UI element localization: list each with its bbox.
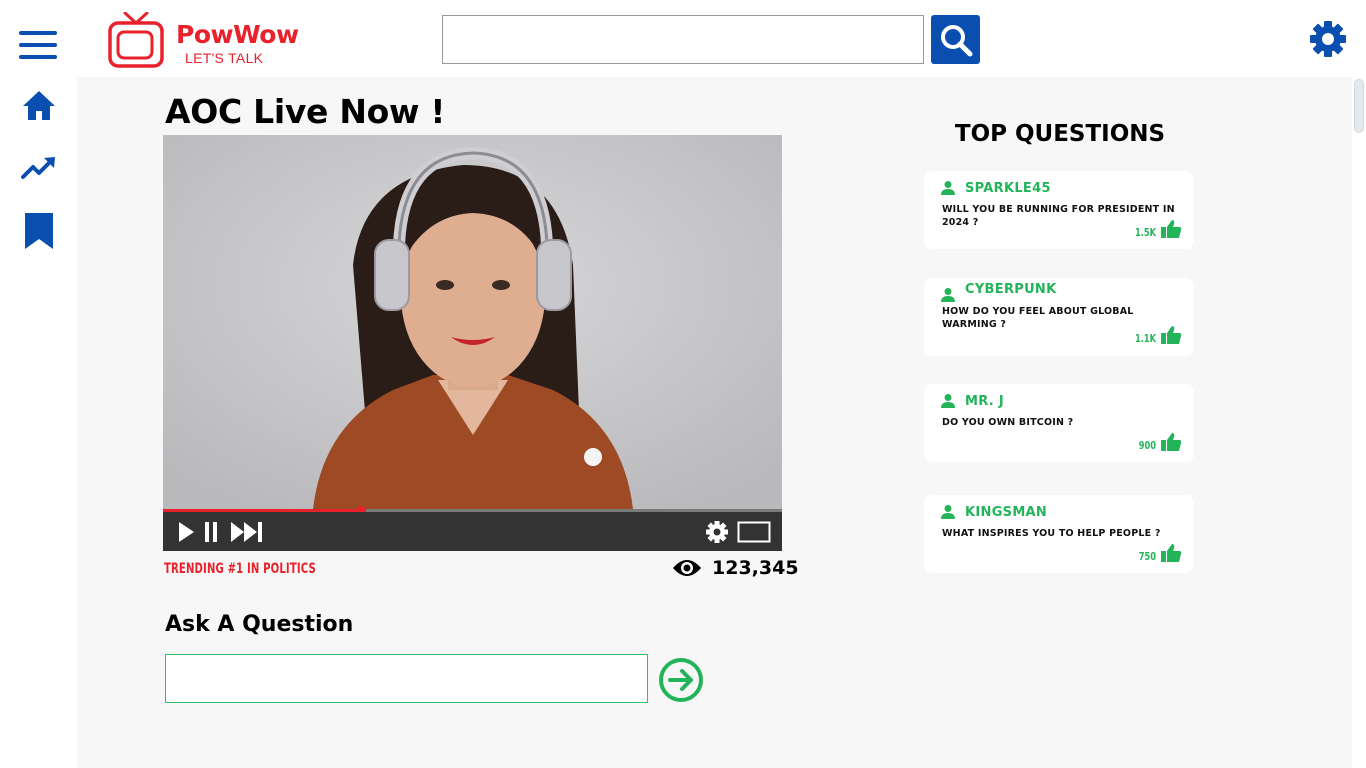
like-count: 1.1K [1134, 332, 1156, 345]
trending-label: TRENDING #1 IN POLITICS [164, 561, 316, 577]
logo[interactable]: PowWow LET'S TALK [108, 12, 308, 68]
fullscreen-icon [737, 521, 771, 542]
menu-icon[interactable] [19, 31, 57, 59]
question-username: CYBERPUNK [965, 282, 1057, 297]
video-frame [163, 135, 782, 509]
scrollbar-thumb[interactable] [1354, 79, 1364, 133]
play-icon [179, 521, 194, 542]
question-username: SPARKLE45 [965, 181, 1051, 196]
gear-icon [706, 520, 728, 543]
nav-bookmarks[interactable] [20, 211, 58, 249]
left-nav [0, 77, 77, 768]
main-content: AOC Live Now ! TRENDING #1 IN POLITICS 1… [77, 77, 1352, 768]
skip-button[interactable] [229, 512, 265, 551]
video-player[interactable] [163, 135, 782, 551]
user-icon [941, 288, 955, 302]
nav-home[interactable] [20, 87, 58, 125]
question-card[interactable]: MR. J DO YOU OWN BITCOIN ? 900 [924, 384, 1194, 462]
search-input[interactable] [442, 15, 924, 64]
question-text: DO YOU OWN BITCOIN ? [942, 417, 1074, 428]
thumbs-up-icon[interactable] [1160, 432, 1182, 452]
question-text: WHAT INSPIRES YOU TO HELP PEOPLE ? [942, 528, 1161, 539]
question-username: KINGSMAN [965, 505, 1048, 520]
user-icon [941, 505, 955, 519]
like-count: 750 [1138, 550, 1156, 563]
question-card[interactable]: CYBERPUNK HOW DO YOU FEEL ABOUT GLOBAL W… [924, 278, 1194, 356]
home-icon [23, 91, 55, 120]
nav-trending[interactable] [20, 149, 58, 187]
thumbs-up-icon[interactable] [1160, 219, 1182, 239]
top-questions-heading: TOP QUESTIONS [954, 121, 1166, 147]
like-count: 1.5K [1134, 226, 1156, 239]
tv-logo-icon [108, 12, 164, 68]
top-bar: PowWow LET'S TALK [0, 0, 1366, 77]
fullscreen-button[interactable] [736, 512, 772, 551]
question-text: HOW DO YOU FEEL ABOUT GLOBAL WARMING ? [942, 306, 1134, 330]
view-count: 123,345 [672, 557, 799, 579]
submit-question-button[interactable] [657, 656, 705, 704]
brand-tagline: LET'S TALK [185, 50, 264, 66]
gear-icon [1310, 21, 1346, 57]
user-icon [941, 394, 955, 408]
like-count: 900 [1138, 439, 1156, 452]
ask-question-heading: Ask A Question [165, 612, 354, 637]
video-controls [163, 512, 782, 551]
pause-button[interactable] [201, 512, 221, 551]
play-button[interactable] [175, 512, 197, 551]
video-settings-button[interactable] [704, 512, 730, 551]
pause-icon [205, 521, 217, 542]
arrow-right-circle-icon [659, 658, 703, 702]
skip-forward-icon [231, 521, 262, 542]
brand-name: PowWow [176, 20, 299, 49]
bookmark-icon [25, 213, 53, 249]
search-button[interactable] [931, 15, 980, 64]
page-scrollbar[interactable] [1352, 77, 1366, 768]
search-icon [940, 24, 972, 56]
settings-button[interactable] [1308, 19, 1348, 59]
thumbs-up-icon[interactable] [1160, 543, 1182, 563]
user-icon [941, 181, 955, 195]
view-count-value: 123,345 [712, 557, 799, 579]
question-username: MR. J [965, 394, 1004, 409]
thumbs-up-icon[interactable] [1160, 325, 1182, 345]
eye-icon [673, 560, 701, 576]
question-input[interactable] [165, 654, 648, 703]
trending-icon [21, 157, 55, 179]
question-card[interactable]: KINGSMAN WHAT INSPIRES YOU TO HELP PEOPL… [924, 495, 1194, 573]
question-card[interactable]: SPARKLE45 WILL YOU BE RUNNING FOR PRESID… [924, 171, 1194, 249]
stream-title: AOC Live Now ! [165, 92, 446, 131]
